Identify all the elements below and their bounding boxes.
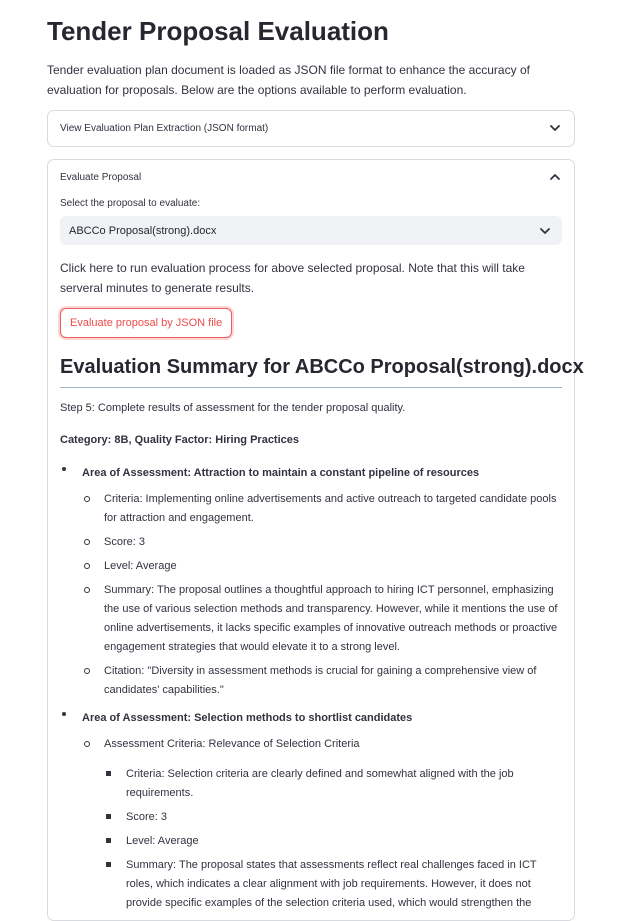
proposal-select[interactable]: ABCCo Proposal(strong).docx <box>60 216 562 245</box>
chevron-down-icon <box>540 227 550 234</box>
evaluation-plan-expander-header[interactable]: View Evaluation Plan Extraction (JSON fo… <box>60 111 562 145</box>
step-text: Step 5: Complete results of assessment f… <box>60 402 406 414</box>
evaluation-summary-heading: Evaluation Summary for ABCCo Proposal(st… <box>60 356 584 378</box>
run-evaluation-note: Click here to run evaluation process for… <box>60 261 525 295</box>
evaluation-results: Area of Assessment: Attraction to mainta… <box>60 460 562 918</box>
intro-text: Tender evaluation plan document is loade… <box>47 63 530 97</box>
evaluate-proposal-button[interactable]: Evaluate proposal by JSON file <box>60 308 233 338</box>
expander-label: View Evaluation Plan Extraction (JSON fo… <box>60 122 269 134</box>
page-title: Tender Proposal Evaluation <box>47 16 389 46</box>
proposal-select-value: ABCCo Proposal(strong).docx <box>69 224 217 237</box>
level-item: Level: Average <box>104 832 562 851</box>
assessment-criteria-item: Assessment Criteria: Relevance of Select… <box>82 735 562 913</box>
summary-item: Summary: The proposal outlines a thought… <box>82 581 562 657</box>
summary-item: Summary: The proposal states that assess… <box>104 856 562 913</box>
chevron-up-icon[interactable] <box>548 170 562 184</box>
level-item: Level: Average <box>82 557 562 576</box>
assessment-area: Area of Assessment: Attraction to mainta… <box>60 460 562 700</box>
citation-item: Citation: "Diversity in assessment metho… <box>82 662 562 700</box>
criteria-item: Criteria: Selection criteria are clearly… <box>104 765 562 803</box>
expander-label: Evaluate Proposal <box>60 171 142 183</box>
score-item: Score: 3 <box>82 533 562 552</box>
assessment-area-title: Area of Assessment: Selection methods to… <box>82 712 413 724</box>
heading-divider <box>60 387 562 388</box>
assessment-area: Area of Assessment: Selection methods to… <box>60 705 562 913</box>
category-text: Category: 8B, Quality Factor: Hiring Pra… <box>60 434 300 446</box>
assessment-area-title: Area of Assessment: Attraction to mainta… <box>82 467 480 479</box>
chevron-down-icon[interactable] <box>548 121 562 135</box>
evaluate-proposal-expander-header[interactable]: Evaluate Proposal <box>60 160 562 194</box>
criteria-item: Criteria: Implementing online advertisem… <box>82 490 562 528</box>
evaluate-proposal-expander[interactable]: Evaluate Proposal Select the proposal to… <box>47 159 584 921</box>
proposal-select-label: Select the proposal to evaluate: <box>60 198 201 209</box>
score-item: Score: 3 <box>104 808 562 827</box>
assessment-criteria-title: Assessment Criteria: Relevance of Select… <box>104 738 360 750</box>
evaluation-plan-expander[interactable]: View Evaluation Plan Extraction (JSON fo… <box>47 110 575 147</box>
